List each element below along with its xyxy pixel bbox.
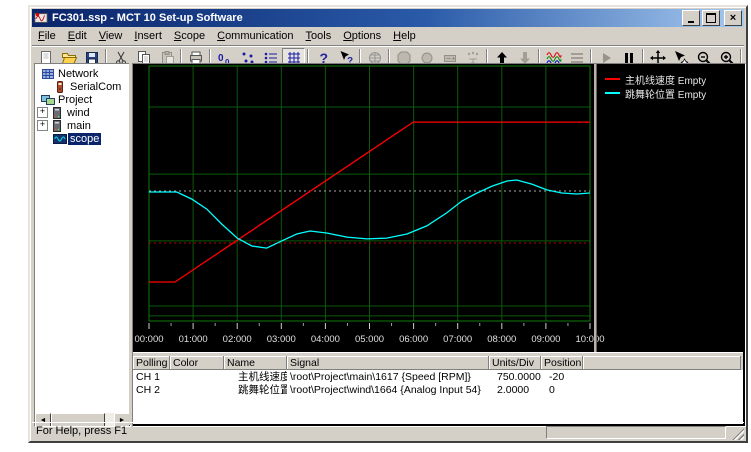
project-tree: NetworkSerialComProject + wind + mainscope [35,67,130,145]
legend-divider [594,64,597,352]
cell-signal: \root\Project\wind\1664 {Analog Input 54… [287,384,489,396]
channel-table-header: PollingColorNameSignalUnits/DivPosition [133,356,743,370]
cell-position: -20 [541,371,583,383]
column-header-unitsdiv[interactable]: Units/Div [489,356,541,370]
x-tick-label: 05:000 [355,334,384,345]
channel-row-ch2[interactable]: CH 2 跳舞轮位置\root\Project\wind\1664 {Analog… [133,383,743,396]
tree-item-serialcom[interactable]: SerialCom [35,80,130,93]
legend-color-key [605,78,620,80]
status-text: For Help, press F1 [36,425,127,437]
window-title: FC301.ssp - MCT 10 Set-up Software [52,12,680,24]
drive-icon [50,120,65,132]
x-tick-label: 02:000 [223,334,252,345]
menu-bar: FileEditViewInsertScopeCommunicationTool… [32,28,744,44]
x-tick-label: 09:000 [531,334,560,345]
close-icon: × [730,13,736,23]
column-header-color[interactable]: Color [170,356,224,370]
status-bar: For Help, press F1 [32,422,744,439]
expand-toggle[interactable]: + [37,120,48,131]
menu-view[interactable]: View [93,29,129,43]
x-tick-label: 08:000 [487,334,516,345]
status-field [546,426,726,439]
tree-item-project[interactable]: Project [35,93,130,106]
cell-signal: \root\Project\main\1617 {Speed [RPM]} [287,371,489,383]
resize-grip[interactable] [732,428,744,440]
legend-color-key [605,92,620,94]
legend-label: 主机线速度 Empty [625,72,706,87]
x-tick-label: 10:000 [575,334,604,345]
legend-entry-ch1: 主机线速度 Empty [605,72,706,86]
tree-item-network[interactable]: Network [35,67,130,80]
tree-item-label[interactable]: SerialCom [68,81,123,93]
column-header-position[interactable]: Position [541,356,583,370]
tree-item-label[interactable]: main [65,120,93,132]
tree-item-label[interactable]: scope [68,133,101,145]
cell-color [170,384,224,396]
project-tree-panel: NetworkSerialComProject+wind+mainscope ◄… [34,63,131,427]
menu-edit[interactable]: Edit [62,29,93,43]
column-header-filler [583,356,741,370]
menu-scope[interactable]: Scope [168,29,211,43]
project-icon [41,94,56,106]
x-tick-label: 03:000 [267,334,296,345]
menu-file[interactable]: File [32,29,62,43]
cell-polling: CH 1 [133,371,170,383]
x-tick-label: 06:000 [399,334,428,345]
tree-item-label[interactable]: wind [65,107,92,119]
network-icon [41,68,56,80]
cell-name: 跳舞轮位置 [224,382,287,397]
legend-entry-ch2: 跳舞轮位置 Empty [605,86,706,100]
tree-item-label[interactable]: Project [56,94,94,106]
menu-tools[interactable]: Tools [300,29,338,43]
scope-icon [53,133,68,145]
menu-insert[interactable]: Insert [128,29,168,43]
scope-pane: 00:000 01:000 02:000 03:000 04:000 05:000 06:0… [132,63,746,427]
maximize-button[interactable] [702,10,720,26]
close-button[interactable]: × [724,10,742,26]
menu-help[interactable]: Help [387,29,422,43]
x-tick-label: 01:000 [179,334,208,345]
cell-color [170,371,224,383]
scope-view[interactable]: 00:000 01:000 02:000 03:000 04:000 05:000 06:0… [133,64,743,352]
desktop: { "window": { "title": "FC301.ssp - MCT … [0,0,751,452]
cell-units-div: 750.0000 [489,371,541,383]
x-tick-label: 00:000 [134,334,163,345]
title-bar[interactable]: FC301.ssp - MCT 10 Set-up Software × [32,9,744,27]
channel-table-body: CH 1主机线速度\root\Project\main\1617 {Speed … [133,370,743,396]
minimize-icon [688,21,694,23]
legend-label: 跳舞轮位置 Empty [625,86,706,101]
menu-communication[interactable]: Communication [211,29,299,43]
column-header-signal[interactable]: Signal [287,356,489,370]
client-area: NetworkSerialComProject+wind+mainscope ◄… [32,63,744,427]
minimize-button[interactable] [682,10,700,26]
maximize-icon [706,13,716,23]
app-icon [34,11,48,25]
tree-item-scope[interactable]: scope [35,132,130,145]
tree-item-main[interactable]: + main [35,119,130,132]
serial-icon [53,81,68,93]
cell-units-div: 2.0000 [489,384,541,396]
cell-position: 0 [541,384,583,396]
tree-item-wind[interactable]: + wind [35,106,130,119]
scope-legend: 主机线速度 Empty跳舞轮位置 Empty [605,72,706,100]
menu-options[interactable]: Options [337,29,387,43]
drive-icon [50,107,65,119]
tree-item-label[interactable]: Network [56,68,100,80]
x-tick-label: 04:000 [311,334,340,345]
x-tick-label: 07:000 [443,334,472,345]
column-header-polling[interactable]: Polling [133,356,170,370]
app-window: FC301.ssp - MCT 10 Set-up Software × Fil… [28,5,748,443]
column-header-name[interactable]: Name [224,356,287,370]
channel-table: PollingColorNameSignalUnits/DivPosition … [133,356,743,424]
expand-toggle[interactable]: + [37,107,48,118]
cell-polling: CH 2 [133,384,170,396]
scope-chart[interactable]: 00:000 01:000 02:000 03:000 04:000 05:000 06:0… [133,64,743,352]
